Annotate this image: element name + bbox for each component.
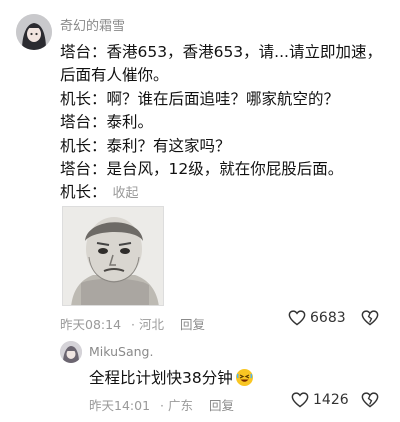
comment-line-label: 机长： [60, 183, 107, 202]
comment-line: 后面有人催你。 [60, 66, 169, 85]
comment-line: 塔台：是台风，12级，就在你屁股后面。 [60, 160, 344, 179]
comment-line: 机长：泰利？有这家吗？ [60, 136, 231, 155]
reply-text-row: 全程比计划快38分钟 [89, 366, 253, 388]
dislike-heart-icon[interactable] [361, 310, 379, 326]
reply-text: 全程比计划快38分钟 [89, 369, 233, 387]
reply-location: 广东 [168, 398, 194, 413]
avatar[interactable] [16, 14, 52, 50]
reply-time: 昨天14:01 [89, 398, 151, 413]
comment-line: 机长：啊？谁在后面追哇？哪家航空的？ [60, 89, 340, 108]
rolling-laughing-emoji-icon [235, 368, 253, 386]
reply-username[interactable]: MikuSang. [89, 344, 153, 359]
meme-image[interactable] [62, 206, 164, 306]
like-count: 6683 [310, 310, 346, 326]
collapse-button[interactable]: 收起 [113, 186, 139, 201]
reply-like-count: 1426 [313, 392, 349, 408]
dislike-heart-icon[interactable] [361, 392, 379, 408]
reply-reply-button[interactable]: 回复 [209, 398, 234, 413]
comment-meta: 昨天08:14 · 河北 回复 [60, 317, 206, 332]
comment-location: 河北 [139, 317, 165, 332]
like-button[interactable]: 6683 [288, 310, 346, 326]
heart-icon [291, 392, 309, 408]
reply-like-button[interactable]: 1426 [291, 392, 349, 408]
comment-line: 塔台：泰利。 [60, 113, 154, 132]
comment-time: 昨天08:14 [60, 317, 122, 332]
reply-meta: 昨天14:01 · 广东 回复 [89, 398, 235, 413]
comment-line: 塔台：香港653，香港653，请...请立即加速， [60, 43, 382, 61]
reply-button[interactable]: 回复 [180, 317, 205, 332]
heart-icon [288, 310, 306, 326]
comment-username[interactable]: 奇幻的霜雪 [60, 15, 125, 34]
reply-avatar[interactable] [60, 341, 82, 363]
comment-line: 机长： 收起 [60, 181, 390, 205]
comment-text: 塔台：香港653，香港653，请...请立即加速， 后面有人催你。 机长：啊？谁… [60, 41, 390, 206]
